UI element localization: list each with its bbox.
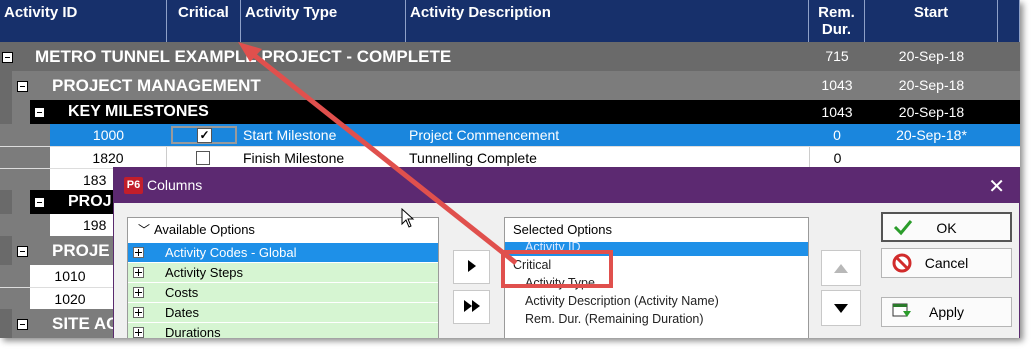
annotation-arrow <box>238 42 518 265</box>
